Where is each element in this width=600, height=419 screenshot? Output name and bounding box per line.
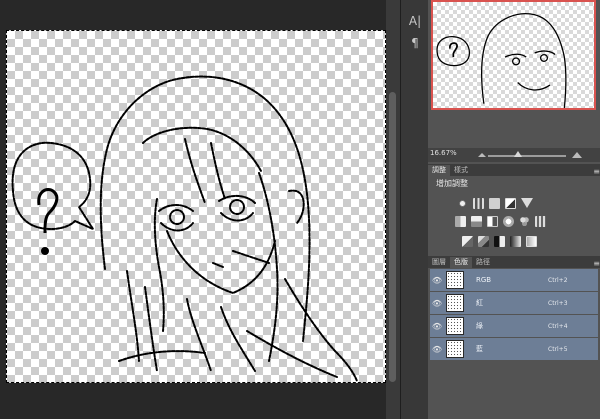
zoom-in-icon[interactable] bbox=[572, 152, 582, 158]
color-balance-icon[interactable] bbox=[487, 216, 498, 227]
channel-thumbnail bbox=[446, 340, 464, 358]
channel-shortcut: Ctrl+5 bbox=[548, 345, 568, 353]
channel-row-blue[interactable]: 👁 藍 Ctrl+5 bbox=[430, 338, 598, 360]
visibility-eye-icon[interactable]: 👁 bbox=[430, 276, 444, 285]
channel-row-red[interactable]: 👁 紅 Ctrl+3 bbox=[430, 292, 598, 314]
visibility-eye-icon[interactable]: 👁 bbox=[430, 299, 444, 308]
channel-shortcut: Ctrl+3 bbox=[548, 299, 568, 307]
channel-thumbnail bbox=[446, 317, 464, 335]
paragraph-panel-icon[interactable]: ¶ bbox=[401, 32, 429, 54]
vibrance-icon[interactable] bbox=[455, 216, 466, 227]
channel-row-rgb[interactable]: 👁 RGB Ctrl+2 bbox=[430, 269, 598, 291]
tab-styles[interactable]: 樣式 bbox=[450, 165, 472, 176]
tab-paths[interactable]: 路徑 bbox=[472, 257, 494, 268]
curves-icon[interactable] bbox=[489, 198, 500, 209]
question-mark bbox=[37, 188, 59, 234]
panel-tool-strip: A| ¶ bbox=[400, 0, 429, 419]
channel-name: 藍 bbox=[476, 345, 483, 353]
tab-adjustments[interactable]: 調整 bbox=[428, 165, 450, 176]
zoom-slider-thumb[interactable] bbox=[514, 151, 522, 157]
adjustments-row-1 bbox=[457, 198, 533, 209]
zoom-level[interactable]: 16.67% bbox=[430, 149, 457, 157]
levels-icon[interactable] bbox=[473, 198, 484, 209]
brightness-contrast-icon[interactable] bbox=[457, 198, 468, 209]
black-white-icon[interactable] bbox=[503, 216, 514, 227]
panel-menu-icon[interactable]: ≡ bbox=[593, 167, 600, 176]
channel-name: RGB bbox=[476, 276, 492, 284]
channel-shortcut: Ctrl+4 bbox=[548, 322, 568, 330]
tab-channels[interactable]: 色版 bbox=[450, 257, 472, 268]
channel-thumbnail bbox=[446, 271, 464, 289]
document-canvas[interactable] bbox=[6, 30, 386, 383]
visibility-eye-icon[interactable]: 👁 bbox=[430, 322, 444, 331]
photo-filter-icon[interactable] bbox=[519, 216, 530, 227]
channel-thumbnail bbox=[446, 294, 464, 312]
exposure-icon[interactable] bbox=[505, 198, 516, 209]
layers-tab-bar: 圖層 色版 路徑 ≡ bbox=[428, 256, 600, 268]
hue-saturation-icon[interactable] bbox=[471, 216, 482, 227]
threshold-icon[interactable] bbox=[494, 236, 505, 247]
scrollbar-thumb[interactable] bbox=[389, 92, 396, 382]
character-panel-icon[interactable]: A| bbox=[401, 10, 429, 32]
line-art-drawing bbox=[11, 75, 358, 382]
navigator-thumbnail[interactable] bbox=[431, 0, 596, 110]
visibility-eye-icon[interactable]: 👁 bbox=[430, 345, 444, 354]
adjustments-row-3 bbox=[462, 236, 537, 247]
panel-menu-icon[interactable]: ≡ bbox=[593, 259, 600, 268]
zoom-out-icon[interactable] bbox=[478, 153, 486, 157]
channel-name: 紅 bbox=[476, 299, 483, 307]
invert-icon[interactable] bbox=[462, 236, 473, 247]
gradient-map-icon[interactable] bbox=[510, 236, 521, 247]
navigator-preview bbox=[436, 13, 567, 108]
adjustments-title: 增加調整 bbox=[436, 179, 468, 188]
posterize-icon[interactable] bbox=[478, 236, 489, 247]
channel-row-green[interactable]: 👁 綠 Ctrl+4 bbox=[430, 315, 598, 337]
triangle-icon[interactable] bbox=[521, 198, 533, 208]
channel-mixer-icon[interactable] bbox=[535, 216, 546, 227]
adjustments-tab-bar: 調整 樣式 ≡ bbox=[428, 164, 600, 176]
tab-layers[interactable]: 圖層 bbox=[428, 257, 450, 268]
selective-color-icon[interactable] bbox=[526, 236, 537, 247]
adjustments-row-2 bbox=[455, 216, 546, 227]
channel-name: 綠 bbox=[476, 322, 483, 330]
zoom-slider[interactable] bbox=[488, 155, 566, 157]
channel-shortcut: Ctrl+2 bbox=[548, 276, 568, 284]
